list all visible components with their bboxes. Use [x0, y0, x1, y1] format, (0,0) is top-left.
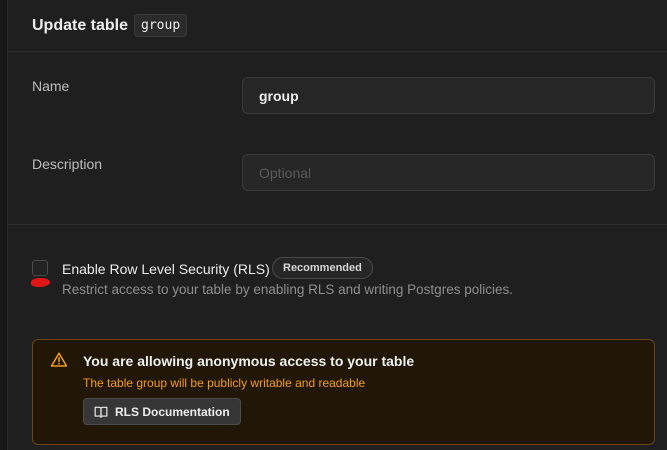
- name-label: Name: [32, 78, 70, 94]
- left-panel-edge: [0, 0, 8, 450]
- red-annotation-mark: [31, 278, 50, 287]
- rls-section: Enable Row Level Security (RLS) Recommen…: [8, 225, 667, 449]
- rls-documentation-label: RLS Documentation: [115, 404, 230, 419]
- anonymous-access-warning: You are allowing anonymous access to you…: [32, 339, 655, 445]
- rls-title: Enable Row Level Security (RLS): [62, 261, 270, 277]
- update-table-panel: Update table group Name Description Enab…: [8, 0, 667, 450]
- panel-header: Update table group: [8, 0, 667, 52]
- recommended-badge: Recommended: [272, 257, 373, 279]
- panel-title: Update table: [32, 16, 129, 34]
- warning-triangle-icon: [50, 352, 68, 367]
- table-details-section: Name Description: [8, 52, 667, 225]
- warning-text: The table group will be publicly writabl…: [83, 376, 366, 390]
- book-open-icon: [94, 406, 108, 418]
- table-name-tag: group: [134, 14, 188, 37]
- rls-checkbox[interactable]: [32, 260, 48, 276]
- name-input[interactable]: [242, 77, 655, 114]
- description-label: Description: [32, 156, 103, 172]
- description-input[interactable]: [242, 154, 655, 191]
- rls-description: Restrict access to your table by enablin…: [62, 282, 513, 297]
- rls-documentation-button[interactable]: RLS Documentation: [83, 398, 241, 425]
- warning-title: You are allowing anonymous access to you…: [83, 353, 415, 369]
